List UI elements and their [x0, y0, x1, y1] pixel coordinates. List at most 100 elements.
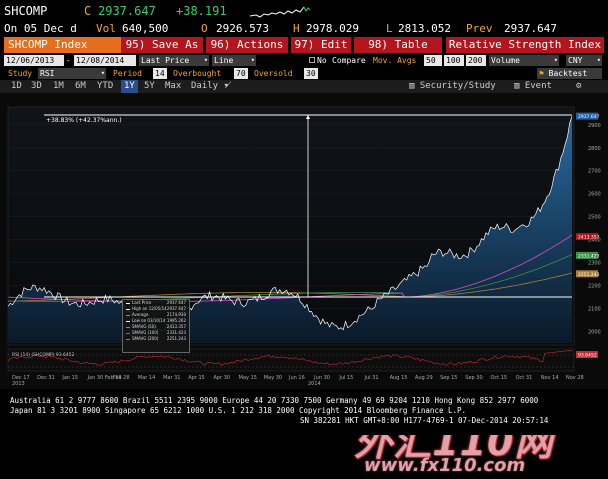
sparkline: [250, 6, 311, 18]
range-tab-5y[interactable]: 5Y: [141, 80, 158, 93]
legend-label: SMAVG (100): [132, 330, 159, 335]
x-tick-label: Mar 14: [138, 375, 155, 381]
event-icon: ▥: [514, 81, 520, 91]
edit-menu[interactable]: 97) Edit: [291, 37, 351, 53]
range-tab-max[interactable]: Max: [162, 80, 184, 93]
range-tab-1m[interactable]: 1M: [50, 80, 67, 93]
footer: Australia 61 2 9777 8600 Brazil 5511 239…: [0, 389, 608, 435]
table-button[interactable]: 98) Table: [354, 37, 442, 53]
y-tick-label: 2300: [588, 261, 601, 267]
actions-menu[interactable]: 96) Actions: [206, 37, 288, 53]
footer-line-3: SN 382281 HKT GMT+8:00 H177-4769-1 07-De…: [300, 416, 549, 425]
legend-swatch-icon: [126, 302, 130, 304]
x-tick-label: May 15: [239, 375, 257, 381]
y-tick-label: 2900: [588, 123, 601, 129]
x-tick-label: Jan 15: [61, 375, 78, 381]
event-label: Event: [524, 81, 552, 91]
legend-label: Average: [132, 312, 149, 317]
chart-style-label: Line: [214, 56, 234, 65]
event-button[interactable]: ▥ Event: [511, 80, 555, 93]
legend-label: SMAVG (50): [132, 324, 156, 329]
footer-line-1: Australia 61 2 9777 8600 Brazil 5511 239…: [10, 396, 539, 405]
x-year-label: 2013: [12, 381, 25, 387]
start-date-field[interactable]: 12/06/2013: [4, 55, 64, 66]
dropdown-arrow-icon: ▾: [596, 56, 601, 64]
x-tick-label: Sep 30: [465, 375, 482, 381]
dropdown-arrow-icon: ▾: [203, 56, 208, 64]
x-axis: Dec 17 Dec 31 Jan 15 Jan 30 Feb 14Feb 28 Mar…: [12, 375, 584, 387]
x-tick-label: Oct 15: [490, 375, 507, 381]
currency-select[interactable]: CNY ▾: [566, 55, 602, 66]
low-value: 2813.052: [398, 22, 451, 35]
prev-label: Prev: [466, 22, 493, 35]
chart-style-select[interactable]: Line ▾: [212, 55, 256, 66]
x-tick-label: Dec 31: [37, 375, 55, 381]
mov-avg-100-field[interactable]: 100: [444, 55, 464, 66]
ticker-symbol: SHCOMP: [4, 4, 48, 18]
mov-avg-200-field[interactable]: 200: [466, 55, 486, 66]
x-tick-label: May 30: [264, 375, 282, 381]
axis-badge-text: 2251.243: [578, 272, 600, 278]
price-chart-panel[interactable]: +38.83% (+42.37%ann.) 2900 2800 2700 2600 25…: [0, 93, 608, 476]
x-tick-label: Apr 30: [213, 375, 230, 381]
high-value: 2978.029: [306, 22, 359, 35]
rsi-value-badge-text: 93.6452: [578, 353, 597, 359]
y-tick-label: 2000: [588, 330, 601, 336]
security-study-button[interactable]: ▥ Security/Study: [406, 80, 499, 93]
x-tick-label: Jun 16: [288, 375, 305, 381]
high-label: H: [293, 22, 300, 35]
axis-badge-text: 2413.357: [578, 235, 600, 241]
range-tab-1y[interactable]: 1Y: [121, 80, 138, 93]
date-range-row: 12/06/2013 - 12/08/2014 Last Price ▾ Lin…: [0, 54, 608, 67]
no-compare-checkbox[interactable]: [309, 57, 315, 63]
security-title[interactable]: SHCOMP Index: [4, 37, 121, 53]
end-date-field[interactable]: 12/08/2014: [74, 55, 136, 66]
legend-label: SMAVG (200): [132, 336, 159, 341]
no-compare-label: No: [317, 56, 327, 65]
volume-select[interactable]: Volume ▾: [489, 55, 559, 66]
x-tick-label: Aug 15: [390, 375, 408, 381]
last-price: 2937.647: [98, 4, 156, 18]
drawing-tool-icon[interactable]: ⟋: [222, 80, 234, 93]
price-chart-svg[interactable]: +38.83% (+42.37%ann.) 2900 2800 2700 2600 25…: [0, 93, 608, 389]
open-label: O: [201, 22, 208, 35]
study-params-row: Study RSI ▾ Period 14 Overbought 70 Over…: [0, 67, 608, 80]
quote-subheader: On 05 Dec d Vol 640,500 O 2926.573 H 297…: [0, 22, 608, 36]
range-tab-ytd[interactable]: YTD: [94, 80, 116, 93]
legend-swatch-icon: [126, 326, 130, 328]
watermark-url: www.fx110.com: [364, 455, 526, 476]
range-tab-6m[interactable]: 6M: [72, 80, 89, 93]
axis-badge-text: 2331.423: [578, 253, 600, 259]
chart-legend: Last Price 2937.647 High on 12/05/14 2937.6…: [122, 299, 190, 353]
price-change: +38.191: [176, 4, 227, 18]
save-as-button[interactable]: 95) Save As: [121, 37, 203, 53]
compare-label: Compare: [332, 56, 366, 65]
y-tick-label: 2800: [588, 146, 601, 152]
price-type-select[interactable]: Last Price ▾: [139, 55, 209, 66]
x-year-label: 2014: [308, 381, 321, 387]
overbought-field[interactable]: 70: [234, 68, 248, 79]
backtest-button[interactable]: ⚑ Backtest: [537, 68, 602, 79]
x-tick-label: Jul 31: [364, 375, 379, 381]
legend-label: High on 12/05/14: [132, 306, 167, 311]
rsi-pane: [7, 348, 575, 372]
legend-label: Low on 03/10/14: [132, 318, 166, 323]
y-tick-label: 2200: [588, 284, 601, 290]
legend-swatch-icon: [126, 320, 130, 322]
x-tick-label: Feb 28: [113, 375, 130, 381]
study-select-label: RSI: [40, 69, 55, 78]
performance-annotation: +38.83% (+42.37%ann.): [46, 117, 122, 124]
study-select[interactable]: RSI ▾: [38, 68, 106, 79]
volume-label: Vol: [96, 22, 116, 35]
price-flag: C: [84, 4, 92, 18]
range-tab-3d[interactable]: 3D: [28, 80, 45, 93]
range-tab-1d[interactable]: 1D: [8, 80, 25, 93]
open-value: 2926.573: [216, 22, 269, 35]
period-field[interactable]: 14: [153, 68, 167, 79]
mov-avg-50-field[interactable]: 50: [424, 55, 442, 66]
x-tick-label: Nov 14: [541, 375, 559, 381]
oversold-field[interactable]: 30: [304, 68, 318, 79]
backtest-icon: ⚑: [539, 69, 549, 78]
mov-avgs-label: Mov. Avgs: [373, 56, 417, 65]
settings-gear-icon[interactable]: ⚙: [573, 80, 584, 93]
